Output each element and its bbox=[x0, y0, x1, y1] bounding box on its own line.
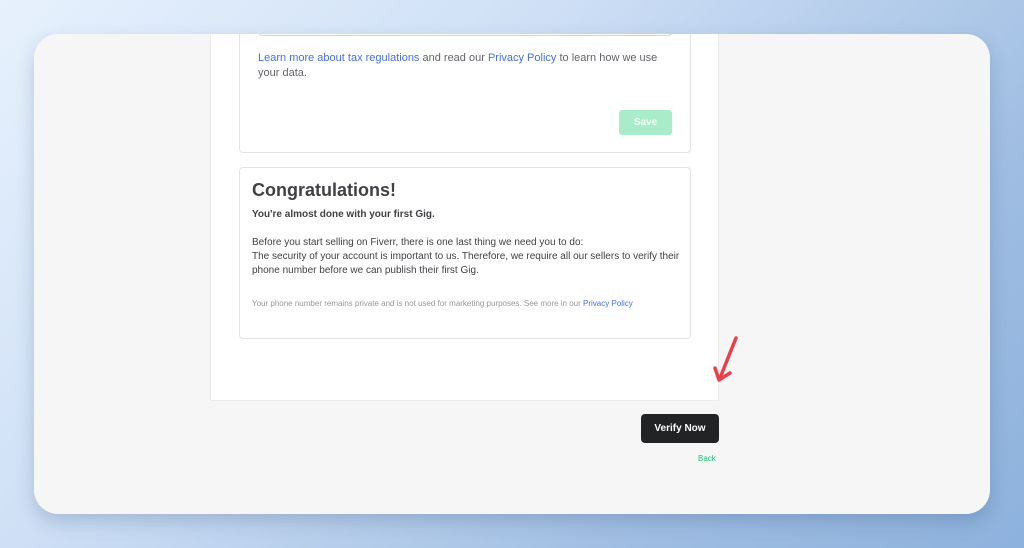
tax-info-text: Learn more about tax regulations and rea… bbox=[258, 51, 676, 81]
congrats-body-line2: The security of your account is importan… bbox=[252, 251, 680, 276]
gig-publish-panel: Learn more about tax regulations and rea… bbox=[210, 34, 719, 401]
arrow-pointer-icon bbox=[713, 336, 738, 382]
app-window: Learn more about tax regulations and rea… bbox=[34, 34, 990, 514]
congrats-body-line1: Before you start selling on Fiverr, ther… bbox=[252, 237, 584, 248]
verify-now-button[interactable]: Verify Now bbox=[641, 414, 719, 443]
tax-text-middle: and read our bbox=[419, 52, 488, 64]
privacy-note-text: Your phone number remains private and is… bbox=[252, 299, 583, 308]
privacy-policy-link[interactable]: Privacy Policy bbox=[488, 52, 556, 64]
congrats-body: Before you start selling on Fiverr, ther… bbox=[252, 236, 682, 278]
privacy-note: Your phone number remains private and is… bbox=[252, 296, 682, 311]
privacy-policy-link-2[interactable]: Privacy Policy bbox=[583, 299, 633, 308]
tax-info-card: Learn more about tax regulations and rea… bbox=[239, 34, 691, 153]
congrats-subtitle: You're almost done with your first Gig. bbox=[252, 209, 435, 220]
congrats-card: Congratulations! You're almost done with… bbox=[239, 167, 691, 339]
congrats-title: Congratulations! bbox=[252, 180, 396, 200]
tax-regulations-link[interactable]: Learn more about tax regulations bbox=[258, 52, 419, 64]
save-button[interactable]: Save bbox=[619, 110, 672, 135]
back-link[interactable]: Back bbox=[698, 454, 716, 463]
tax-input-field[interactable] bbox=[258, 34, 672, 36]
